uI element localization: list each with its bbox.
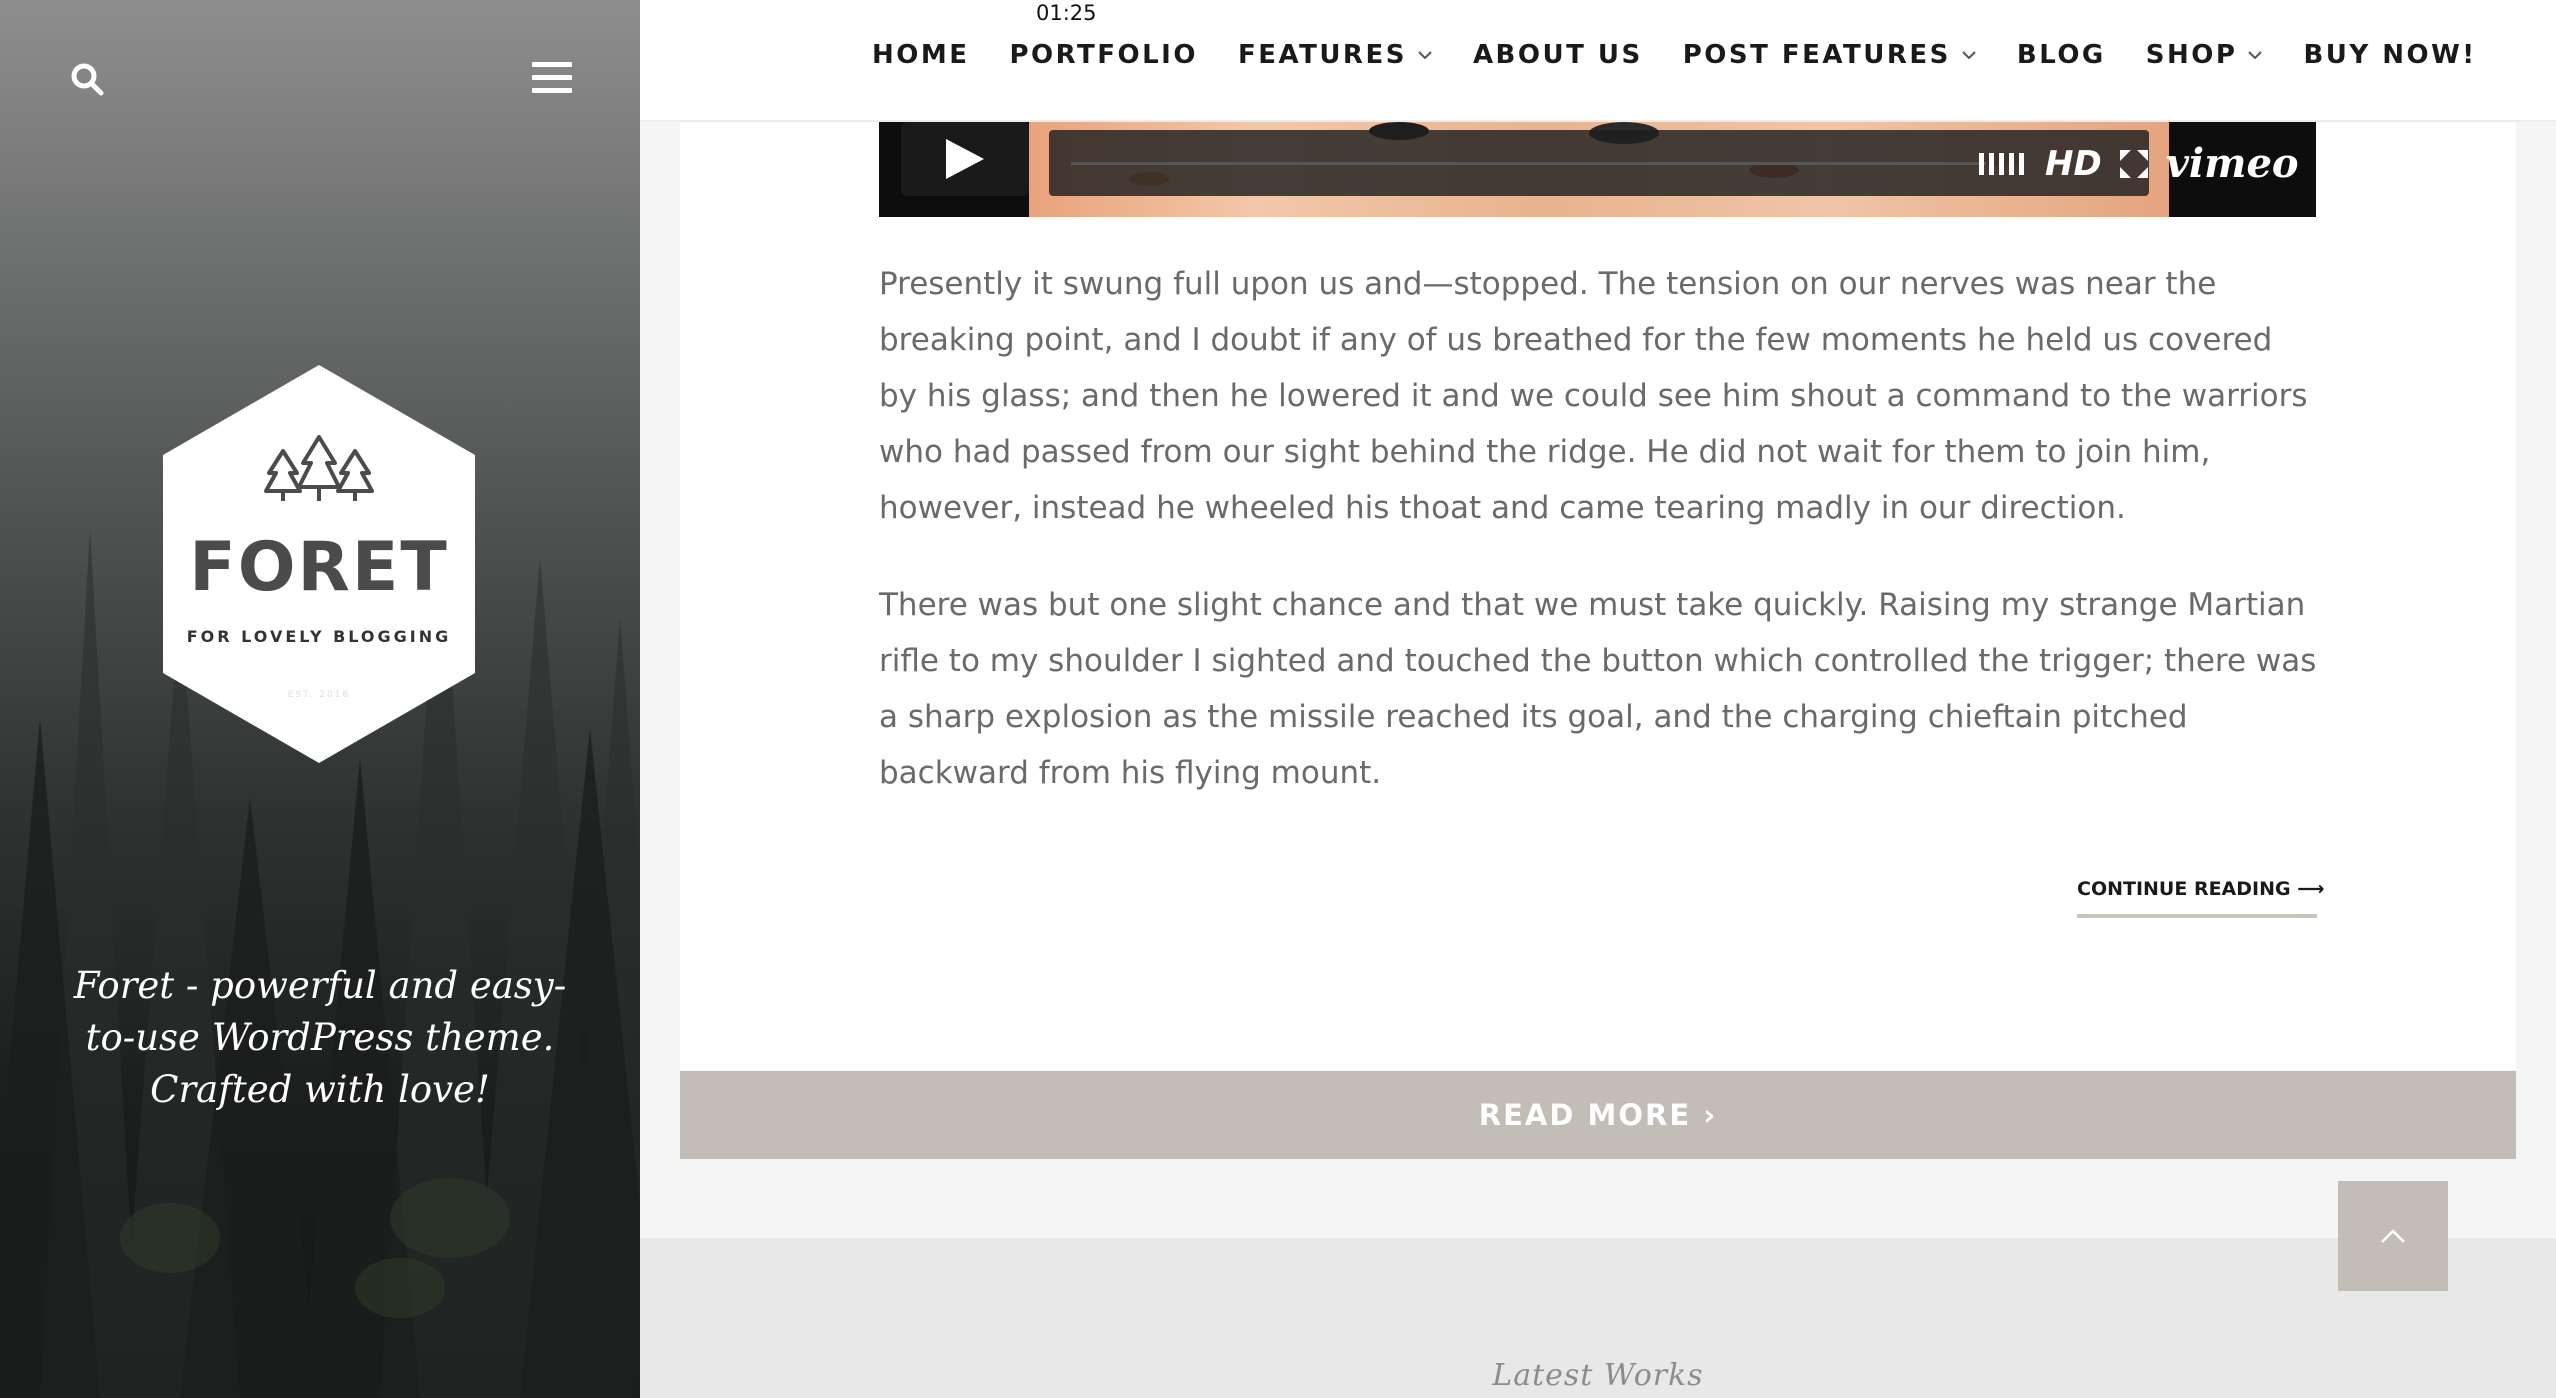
vimeo-logo[interactable]: vimeo xyxy=(2166,140,2299,187)
chevron-down-icon xyxy=(1962,51,1976,60)
video-player[interactable]: HD vimeo xyxy=(879,122,2316,217)
nav-blog[interactable]: BLOG xyxy=(2017,40,2106,70)
nav-label: POST FEATURES xyxy=(1682,40,1951,70)
nav-post-features[interactable]: POST FEATURES xyxy=(1683,40,1977,70)
nav-buy-now[interactable]: BUY NOW! xyxy=(2303,40,2476,70)
chevron-up-icon xyxy=(2381,1229,2405,1243)
trees-logo-icon xyxy=(264,435,374,501)
back-to-top-button[interactable] xyxy=(2338,1181,2448,1291)
top-header: HOME PORTFOLIO FEATURES ABOUT US POST FE… xyxy=(640,0,2556,122)
logo-est: EST. 2016 xyxy=(287,690,351,700)
nav-about-us[interactable]: ABOUT US xyxy=(1473,40,1643,70)
read-more-button[interactable]: READ MORE › xyxy=(680,1071,2516,1159)
chevron-down-icon xyxy=(1418,51,1432,60)
nav-label: PORTFOLIO xyxy=(1009,40,1198,70)
nav-shop[interactable]: SHOP xyxy=(2146,40,2264,70)
video-progress-bar[interactable] xyxy=(1071,162,1986,165)
nav-portfolio[interactable]: PORTFOLIO xyxy=(1010,40,1198,70)
main-nav: HOME PORTFOLIO FEATURES ABOUT US POST FE… xyxy=(872,40,2517,70)
volume-icon[interactable] xyxy=(1979,151,2027,177)
nav-label: BLOG xyxy=(2016,40,2106,70)
logo-title: FORET xyxy=(189,528,449,607)
play-button[interactable] xyxy=(901,122,1029,196)
article-paragraph: Presently it swung full upon us and—stop… xyxy=(879,266,2308,526)
site-tagline: Foret - powerful and easy-to-use WordPre… xyxy=(73,964,567,1111)
nav-label: HOME xyxy=(872,40,970,70)
nav-home[interactable]: HOME xyxy=(872,40,970,70)
nav-features[interactable]: FEATURES xyxy=(1238,40,1433,70)
article-paragraph: There was but one slight chance and that… xyxy=(879,587,2317,791)
hamburger-menu-icon[interactable] xyxy=(532,62,572,96)
nav-label: FEATURES xyxy=(1237,40,1407,70)
section-title: Latest Works xyxy=(1492,1358,1704,1393)
sidebar: FORET FOR LOVELY BLOGGING EST. 2016 Fore… xyxy=(0,0,640,1398)
hd-toggle[interactable]: HD xyxy=(2045,144,2102,184)
nav-label: ABOUT US xyxy=(1472,40,1643,70)
continue-reading-link[interactable]: CONTINUE READING ⟶ xyxy=(2077,878,2324,918)
chevron-down-icon xyxy=(2248,51,2263,60)
latest-works-section: Latest Works xyxy=(640,1238,2556,1398)
site-logo[interactable]: FORET FOR LOVELY BLOGGING EST. 2016 xyxy=(163,365,475,763)
nav-label: SHOP xyxy=(2145,40,2238,70)
video-control-icons: HD vimeo xyxy=(1979,140,2299,187)
fullscreen-icon[interactable] xyxy=(2119,149,2148,178)
nav-label: BUY NOW! xyxy=(2303,40,2477,70)
video-time-tooltip: 01:25 xyxy=(1028,0,1105,28)
logo-subtitle: FOR LOVELY BLOGGING xyxy=(186,627,452,646)
play-icon xyxy=(946,139,984,179)
search-icon[interactable] xyxy=(70,62,106,98)
